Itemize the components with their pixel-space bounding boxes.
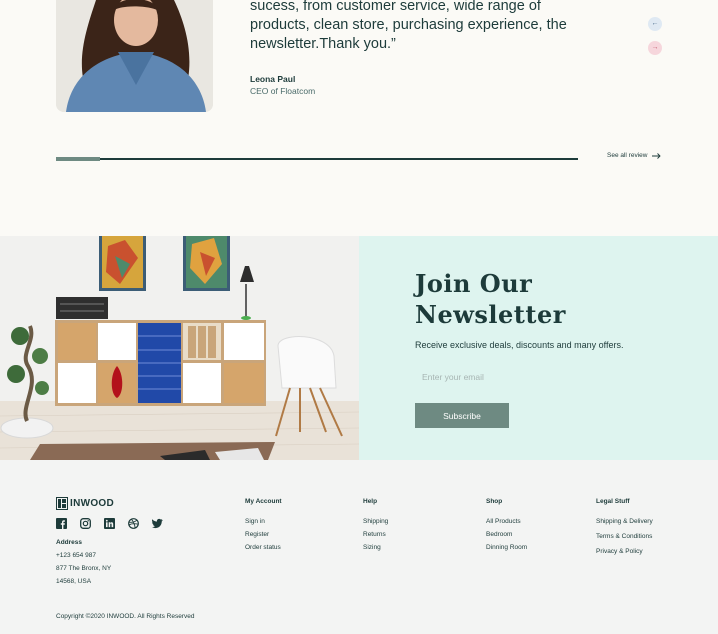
address-postal: 14568, USA	[56, 578, 92, 585]
author-name: Leona Paul	[250, 74, 296, 84]
linkedin-icon[interactable]	[104, 518, 115, 529]
address-title: Address	[56, 539, 83, 546]
twitter-icon[interactable]	[152, 518, 163, 529]
brand-name: INWOOD	[70, 498, 115, 509]
newsletter-title-line1: Join Our	[415, 269, 533, 298]
review-progress-bar	[56, 157, 578, 161]
social-links	[56, 518, 163, 529]
facebook-icon[interactable]	[56, 518, 67, 529]
arrow-right-icon	[652, 152, 662, 159]
testimonial-section: sucess, from customer service, wide rang…	[0, 0, 718, 236]
footer-link-returns[interactable]: Returns	[363, 531, 388, 538]
address-phone: +123 654 987	[56, 552, 96, 559]
newsletter-title-line2: Newsletter	[415, 300, 566, 329]
prev-review-button[interactable]: ←	[648, 17, 662, 31]
living-room-image	[0, 236, 359, 460]
dribbble-icon[interactable]	[128, 518, 139, 529]
footer-link-register[interactable]: Register	[245, 531, 282, 538]
footer-link-shipping[interactable]: Shipping	[363, 518, 388, 525]
newsletter-description: Receive exclusive deals, discounts and m…	[415, 340, 624, 350]
footer-column-my-account: My Account Sign in Register Order status	[245, 498, 282, 557]
arrow-right-icon: →	[651, 44, 659, 51]
inwood-logo-icon	[56, 497, 68, 510]
next-review-button[interactable]: →	[648, 41, 662, 55]
copyright-text: Copyright ©2020 INWOOD. All Rights Reser…	[56, 613, 195, 620]
email-field[interactable]	[415, 367, 645, 387]
footer-link-sign-in[interactable]: Sign in	[245, 518, 282, 525]
footer-link-terms[interactable]: Terms & Conditions	[596, 533, 653, 540]
footer-link-order-status[interactable]: Order status	[245, 544, 282, 551]
footer-link-sizing[interactable]: Sizing	[363, 544, 388, 551]
footer-column-shop: Shop All Products Bedroom Dinning Room	[486, 498, 527, 557]
brand-logo[interactable]: INWOOD	[56, 497, 114, 510]
see-all-reviews-link[interactable]: See all review	[607, 152, 662, 159]
site-footer: INWOOD Address +123 654 987 877 The Bron…	[0, 460, 718, 634]
subscribe-button[interactable]: Subscribe	[415, 403, 509, 428]
footer-column-legal: Legal Stuff Shipping & Delivery Terms & …	[596, 498, 653, 561]
footer-column-title: Help	[363, 498, 378, 505]
footer-column-title: Legal Stuff	[596, 498, 630, 505]
review-progress-fill	[56, 157, 101, 161]
footer-link-bedroom[interactable]: Bedroom	[486, 531, 527, 538]
address-street: 877 The Bronx, NY	[56, 565, 112, 572]
reviewer-photo	[56, 0, 213, 112]
testimonial-quote: sucess, from customer service, wide rang…	[250, 0, 567, 52]
footer-link-dinning-room[interactable]: Dinning Room	[486, 544, 527, 551]
footer-link-all-products[interactable]: All Products	[486, 518, 527, 525]
footer-link-shipping-delivery[interactable]: Shipping & Delivery	[596, 518, 653, 525]
author-role: CEO of Floatcom	[250, 86, 316, 96]
footer-column-title: Shop	[486, 498, 503, 505]
newsletter-section: Join Our Newsletter Receive exclusive de…	[359, 236, 718, 460]
footer-column-title: My Account	[245, 498, 282, 505]
instagram-icon[interactable]	[80, 518, 91, 529]
see-all-label: See all review	[607, 152, 648, 159]
footer-column-help: Help Shipping Returns Sizing	[363, 498, 388, 557]
footer-link-privacy[interactable]: Privacy & Policy	[596, 548, 653, 555]
arrow-left-icon: ←	[651, 20, 659, 27]
